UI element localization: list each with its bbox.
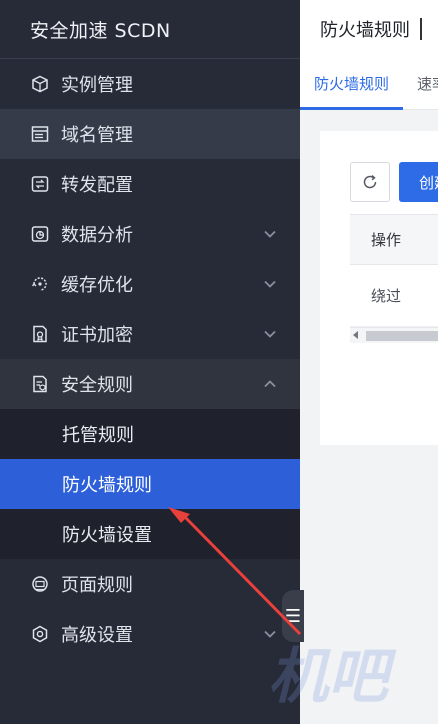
sidebar-item-label: 缓存优化 bbox=[61, 275, 133, 296]
rules-table: 操作 绕过 bbox=[350, 214, 438, 343]
sidebar-item-label: 转发配置 bbox=[61, 175, 133, 196]
sidebar-item-label: 安全规则 bbox=[61, 375, 133, 396]
table-header-actions: 操作 bbox=[350, 214, 438, 265]
settings-icon bbox=[30, 624, 50, 644]
sidebar-item-label: 数据分析 bbox=[61, 225, 133, 246]
sidebar: 安全加速 SCDN 实例管理 域名管理 转发配置 数据分析 缓存优化 证书加密 … bbox=[0, 0, 300, 724]
create-button[interactable]: 创建 bbox=[399, 162, 438, 202]
tab-rate-limit[interactable]: 速率 bbox=[403, 57, 438, 109]
sidebar-item-label: 页面规则 bbox=[61, 575, 133, 596]
page-header: 防火墙规则 bbox=[300, 0, 438, 58]
tab-bar: 防火墙规则 速率 bbox=[300, 58, 438, 110]
server-icon bbox=[30, 124, 50, 144]
sidebar-item-label: 高级设置 bbox=[61, 625, 133, 646]
sidebar-item-instances[interactable]: 实例管理 bbox=[0, 59, 300, 109]
menu-collapse-icon: ☰ bbox=[284, 605, 302, 627]
sidebar-subitem-label: 防火墙规则 bbox=[62, 475, 152, 496]
sidebar-item-label: 证书加密 bbox=[61, 325, 133, 346]
title-divider bbox=[420, 18, 422, 40]
page-icon bbox=[30, 574, 50, 594]
scroll-left-arrow-icon[interactable] bbox=[353, 331, 358, 339]
rules-panel: 创建 操作 绕过 bbox=[320, 131, 438, 445]
sidebar-subitem-firewall-rules[interactable]: 防火墙规则 bbox=[0, 459, 300, 509]
cache-icon bbox=[30, 274, 50, 294]
scrollbar-thumb[interactable] bbox=[366, 331, 438, 341]
sidebar-item-security-rules[interactable]: 安全规则 bbox=[0, 359, 300, 409]
sidebar-collapse-handle[interactable]: ☰ bbox=[282, 590, 304, 642]
chevron-down-icon bbox=[264, 330, 276, 338]
forward-icon bbox=[30, 174, 50, 194]
table-row: 绕过 bbox=[350, 265, 438, 327]
sidebar-item-forwarding[interactable]: 转发配置 bbox=[0, 159, 300, 209]
chevron-down-icon bbox=[264, 280, 276, 288]
cube-icon bbox=[30, 74, 50, 94]
sidebar-item-label: 实例管理 bbox=[61, 75, 133, 96]
certificate-icon bbox=[30, 324, 50, 344]
sidebar-subitem-firewall-settings[interactable]: 防火墙设置 bbox=[0, 509, 300, 559]
page-title: 防火墙规则 bbox=[320, 20, 410, 41]
sidebar-item-label: 域名管理 bbox=[61, 125, 133, 146]
sidebar-item-analytics[interactable]: 数据分析 bbox=[0, 209, 300, 259]
security-doc-icon bbox=[30, 374, 50, 394]
tab-firewall-rules[interactable]: 防火墙规则 bbox=[300, 57, 404, 110]
sidebar-subitem-label: 托管规则 bbox=[62, 425, 134, 446]
sidebar-item-cache[interactable]: 缓存优化 bbox=[0, 259, 300, 309]
main-content: 防火墙规则 防火墙规则 速率 创建 操作 绕过 bbox=[300, 0, 438, 724]
horizontal-scrollbar[interactable] bbox=[350, 327, 438, 343]
refresh-icon bbox=[363, 174, 377, 189]
sidebar-item-advanced-settings[interactable]: 高级设置 bbox=[0, 609, 300, 659]
chevron-down-icon bbox=[264, 630, 276, 638]
refresh-button[interactable] bbox=[350, 162, 390, 202]
chevron-down-icon bbox=[264, 230, 276, 238]
chart-icon bbox=[30, 224, 50, 244]
sidebar-subitem-label: 防火墙设置 bbox=[62, 525, 152, 546]
sidebar-item-domains[interactable]: 域名管理 bbox=[0, 109, 300, 159]
sidebar-item-page-rules[interactable]: 页面规则 bbox=[0, 559, 300, 609]
brand-title: 安全加速 SCDN bbox=[30, 19, 171, 42]
sidebar-subitem-managed-rules[interactable]: 托管规则 bbox=[0, 409, 300, 459]
sidebar-item-certificates[interactable]: 证书加密 bbox=[0, 309, 300, 359]
chevron-up-icon bbox=[264, 380, 276, 388]
